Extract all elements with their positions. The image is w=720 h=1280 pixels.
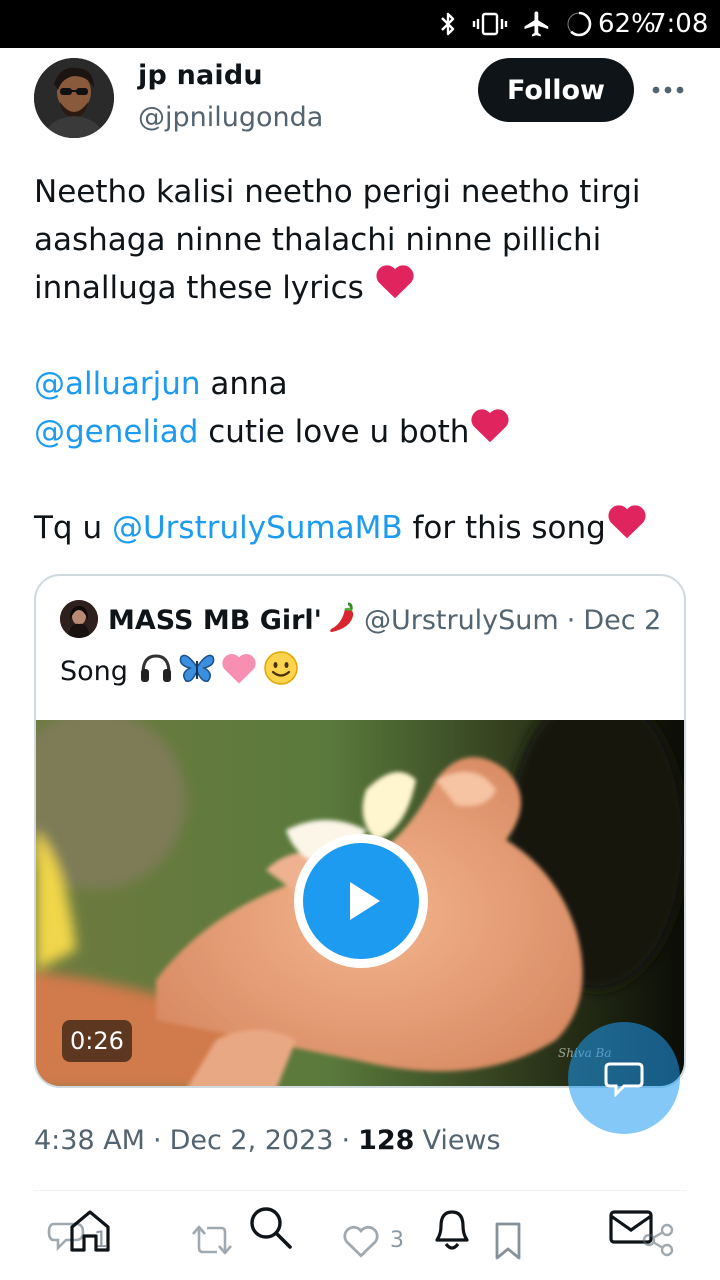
tweet-line-text: innalluga these lyrics bbox=[34, 270, 364, 306]
video-duration: 0:26 bbox=[62, 1020, 132, 1062]
play-button[interactable] bbox=[294, 834, 428, 968]
divider bbox=[34, 1190, 686, 1191]
airplane-icon bbox=[520, 8, 554, 40]
pink-heart-emoji bbox=[220, 651, 258, 692]
video-player[interactable]: 0:26 Shiva Ba bbox=[36, 720, 684, 1086]
quoted-header: MASS MB Girl' @UrstrulySum · Dec 2 bbox=[108, 598, 661, 642]
mention-link[interactable]: @alluarjun bbox=[34, 360, 201, 408]
tweet-date[interactable]: Dec 2, 2023 bbox=[170, 1125, 334, 1156]
quoted-text-label: Song bbox=[60, 655, 128, 687]
author-handle[interactable]: @jpnilugonda bbox=[138, 102, 323, 133]
bookmark-icon[interactable] bbox=[490, 1220, 526, 1262]
bottom-bar: 1 3 bbox=[0, 1192, 720, 1280]
quoted-tweet-card[interactable]: MASS MB Girl' @UrstrulySum · Dec 2 Song bbox=[34, 574, 686, 1088]
like-icon[interactable] bbox=[340, 1222, 382, 1260]
follow-button[interactable]: Follow bbox=[478, 58, 634, 122]
vibrate-icon bbox=[470, 8, 510, 40]
red-heart-emoji bbox=[469, 406, 511, 458]
tweet-line: Tq u @UrstrulySumaMB for this song bbox=[34, 504, 694, 552]
smiling-face-emoji bbox=[262, 649, 300, 694]
search-icon[interactable] bbox=[244, 1202, 296, 1252]
tweet-line-text: for this song bbox=[402, 510, 606, 546]
tweet-line: @alluarjun anna bbox=[34, 360, 694, 408]
notifications-bell-icon[interactable] bbox=[426, 1202, 478, 1256]
quoted-author-handle[interactable]: @UrstrulySum bbox=[364, 605, 559, 636]
tweet-time[interactable]: 4:38 AM bbox=[34, 1125, 145, 1156]
retweet-icon[interactable] bbox=[188, 1220, 236, 1260]
like-count: 3 bbox=[390, 1228, 404, 1253]
tweet-line-text: Tq u bbox=[34, 510, 112, 546]
views-count: 128 bbox=[358, 1124, 415, 1156]
chili-emoji bbox=[326, 600, 356, 641]
tweet-line: Neetho kalisi neetho perigi neetho tirgi bbox=[34, 174, 641, 210]
home-icon[interactable] bbox=[64, 1204, 116, 1256]
more-options-icon[interactable] bbox=[646, 72, 690, 108]
chat-bubble-icon bbox=[604, 1062, 644, 1098]
separator-dot: · bbox=[152, 1124, 162, 1156]
quoted-date[interactable]: Dec 2 bbox=[583, 605, 661, 636]
battery-percent: 62% bbox=[598, 9, 656, 39]
share-icon[interactable] bbox=[640, 1222, 676, 1258]
author-name[interactable]: jp naidu bbox=[138, 60, 263, 91]
tweet-line-text: anna bbox=[200, 366, 288, 402]
status-bar: 62% 7:08 bbox=[0, 0, 720, 48]
red-heart-emoji bbox=[374, 262, 416, 314]
tweet-text: Neetho kalisi neetho perigi neetho tirgi… bbox=[34, 168, 694, 552]
mention-link[interactable]: @geneliad bbox=[34, 408, 198, 456]
headphone-emoji bbox=[138, 651, 174, 692]
separator-dot: · bbox=[341, 1124, 351, 1156]
tweet-line-text: cutie love u both bbox=[198, 414, 470, 450]
separator-dot: · bbox=[566, 604, 576, 636]
quoted-author-name[interactable]: MASS MB Girl' bbox=[108, 605, 322, 636]
play-icon bbox=[303, 843, 419, 959]
floating-reply-button[interactable] bbox=[568, 1022, 680, 1134]
tweet-line: @geneliad cutie love u both bbox=[34, 408, 694, 456]
battery-icon bbox=[564, 8, 594, 40]
quoted-author-avatar[interactable] bbox=[60, 600, 98, 638]
tweet-line: aashaga ninne thalachi ninne pillichi bbox=[34, 222, 602, 258]
bluetooth-icon bbox=[436, 8, 460, 40]
mention-link[interactable]: @UrstrulySumaMB bbox=[112, 504, 403, 552]
tweet-meta: 4:38 AM · Dec 2, 2023 · 128 Views bbox=[34, 1118, 501, 1162]
author-avatar[interactable] bbox=[34, 58, 114, 138]
tweet-line: innalluga these lyrics bbox=[34, 264, 694, 312]
quoted-text: Song bbox=[60, 648, 300, 694]
butterfly-emoji bbox=[178, 651, 216, 692]
red-heart-emoji bbox=[606, 502, 648, 554]
clock: 7:08 bbox=[650, 9, 709, 39]
views-label: Views bbox=[422, 1124, 501, 1156]
